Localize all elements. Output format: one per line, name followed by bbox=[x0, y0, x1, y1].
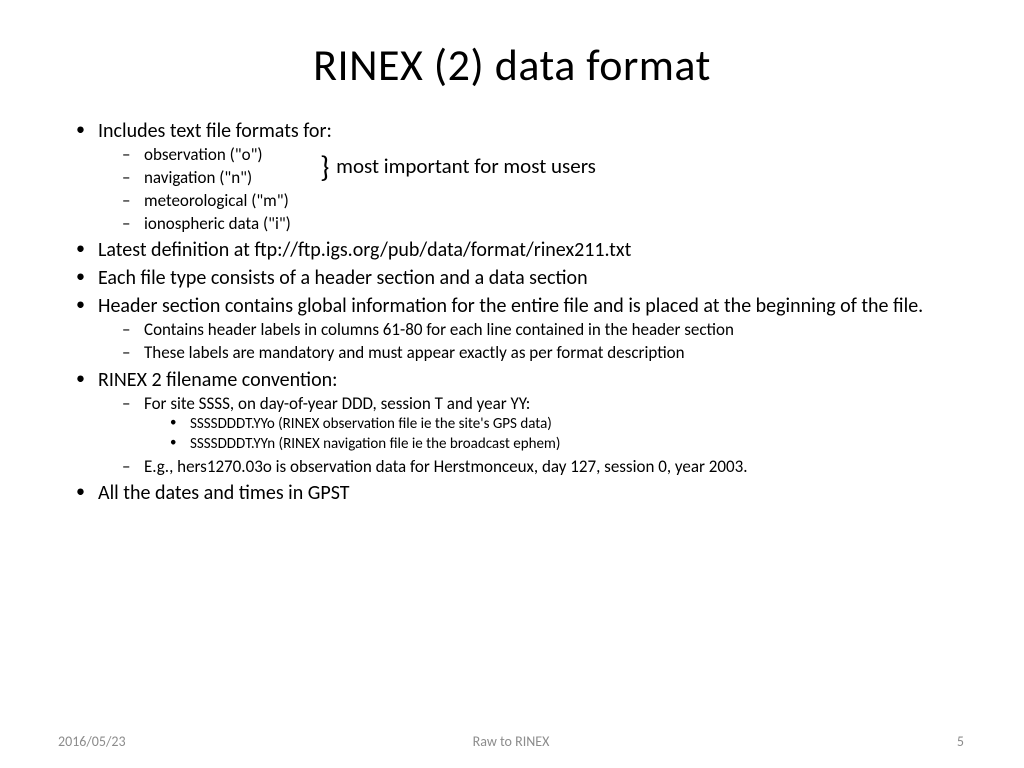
brace-annotation: } most important for most users bbox=[322, 144, 596, 183]
bullet-item: RINEX 2 filename convention: For site SS… bbox=[98, 367, 964, 478]
sub-list: Contains header labels in columns 61-80 … bbox=[98, 319, 964, 364]
sub-item: ionospheric data ("i") bbox=[144, 213, 964, 235]
slide-body: Includes text file formats for: observat… bbox=[60, 118, 964, 506]
sub-item: For site SSSS, on day-of-year DDD, sessi… bbox=[144, 393, 964, 455]
sub-list: For site SSSS, on day-of-year DDD, sessi… bbox=[98, 393, 964, 478]
footer-page: 5 bbox=[662, 733, 964, 750]
bullet-item: Latest definition at ftp://ftp.igs.org/p… bbox=[98, 237, 964, 263]
bullet-text: Header section contains global informati… bbox=[98, 294, 923, 318]
bullet-item: Header section contains global informati… bbox=[98, 293, 964, 364]
bullet-text: Includes text file formats for: bbox=[98, 119, 332, 143]
subsub-item: SSSSDDDT.YYo (RINEX observation file ie … bbox=[190, 415, 964, 435]
brace-text: most important for most users bbox=[331, 153, 595, 179]
subsub-list: SSSSDDDT.YYo (RINEX observation file ie … bbox=[144, 415, 964, 455]
bullet-text: RINEX 2 filename convention: bbox=[98, 368, 337, 392]
bullet-item: Each file type consists of a header sect… bbox=[98, 265, 964, 291]
sub-item: E.g., hers1270.03o is observation data f… bbox=[144, 456, 964, 478]
sub-item: Contains header labels in columns 61-80 … bbox=[144, 319, 964, 341]
slide-footer: 2016/05/23 Raw to RINEX 5 bbox=[0, 733, 1024, 750]
bullet-item: All the dates and times in GPST bbox=[98, 480, 964, 506]
footer-label: Raw to RINEX bbox=[360, 733, 662, 750]
footer-date: 2016/05/23 bbox=[58, 733, 360, 750]
sub-item: meteorological ("m") bbox=[144, 190, 964, 212]
slide: RINEX (2) data format Includes text file… bbox=[0, 0, 1024, 768]
subsub-item: SSSSDDDT.YYn (RINEX navigation file ie t… bbox=[190, 435, 964, 455]
sub-item: These labels are mandatory and must appe… bbox=[144, 342, 964, 364]
slide-title: RINEX (2) data format bbox=[60, 38, 964, 92]
sub-text: For site SSSS, on day-of-year DDD, sessi… bbox=[144, 393, 530, 414]
brace-icon: } bbox=[320, 149, 329, 186]
